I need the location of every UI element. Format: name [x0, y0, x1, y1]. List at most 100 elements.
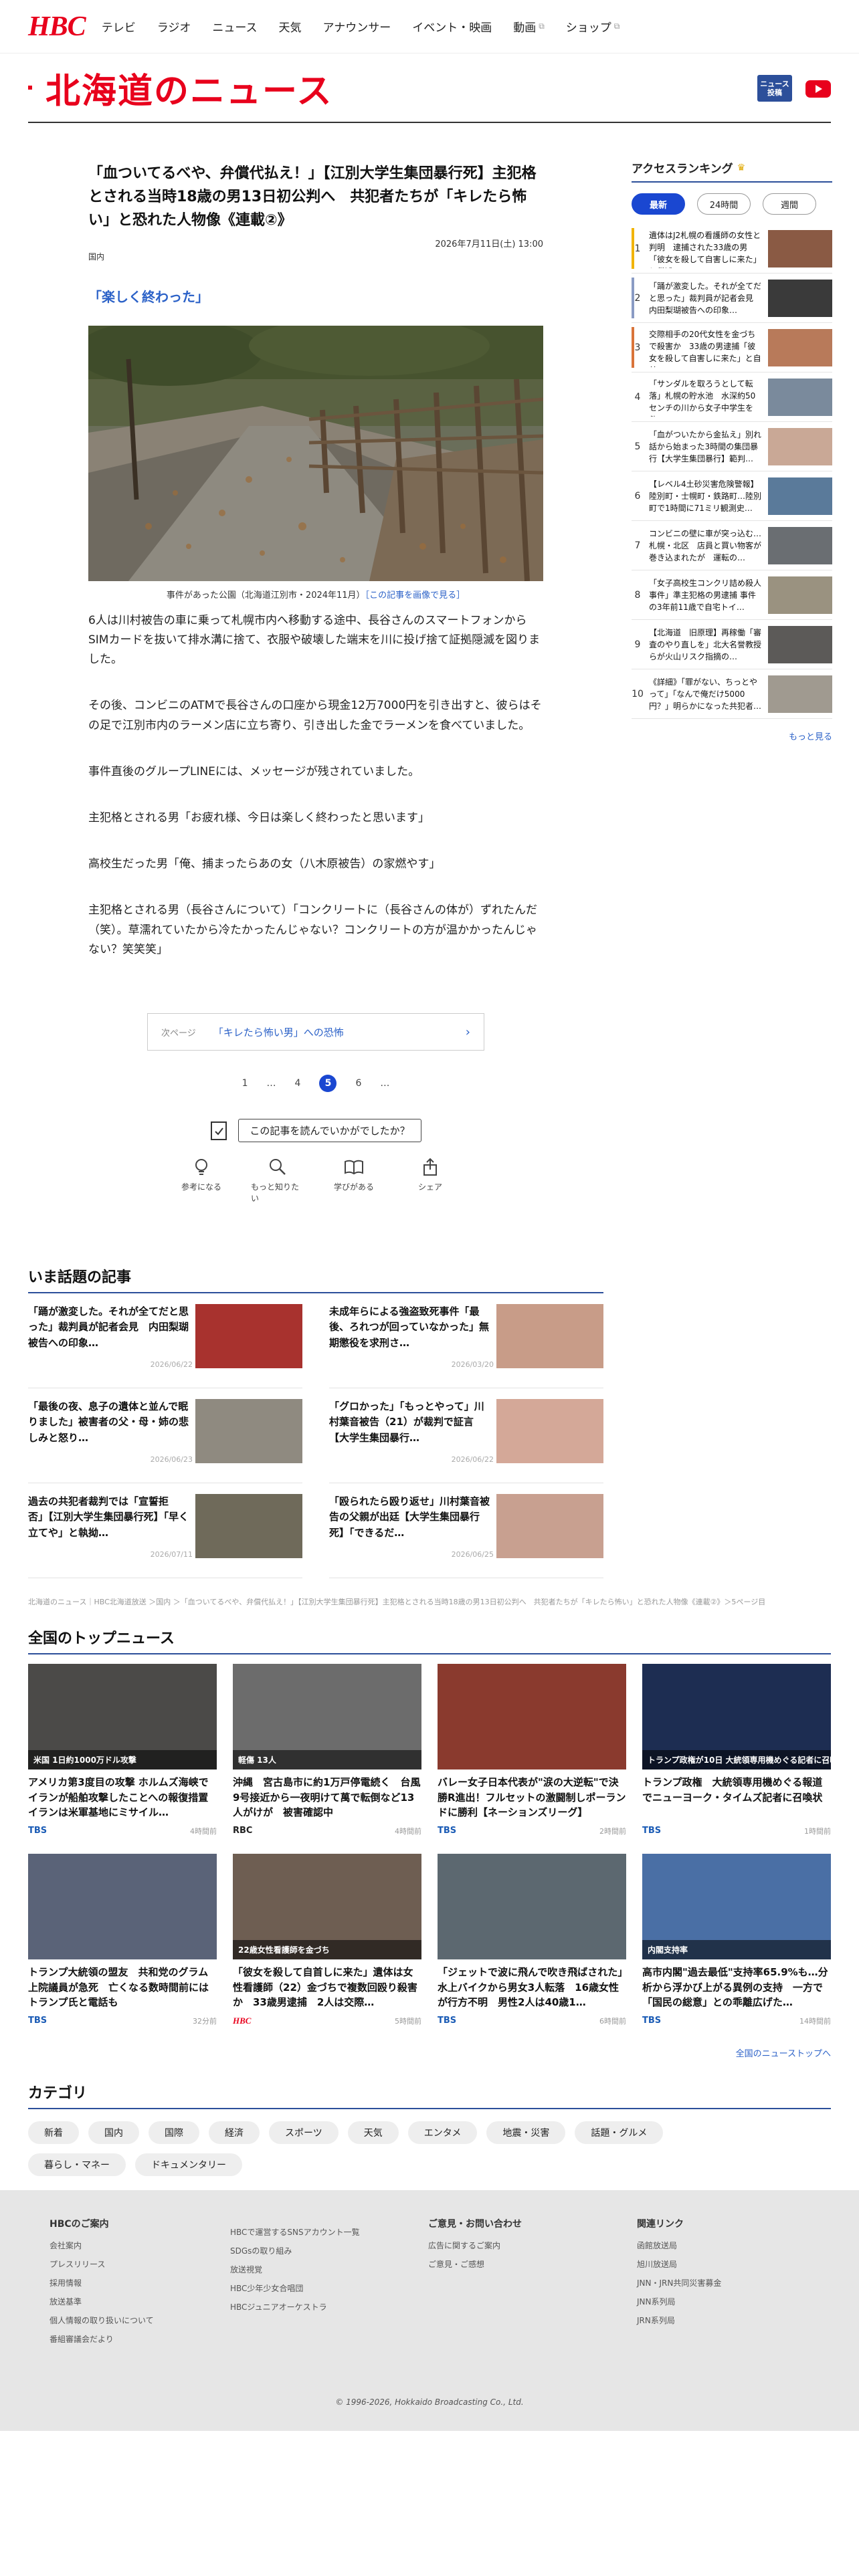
reaction-know-more-button[interactable]: もっと知りたい: [251, 1157, 304, 1204]
nav-item-news[interactable]: ニュース: [212, 18, 257, 35]
top-news-card[interactable]: 軽傷 13人 沖縄 宮古島市に約1万戸停電続く 台風9号接近から一夜明けて萬で転倒…: [233, 1664, 421, 1836]
footer-link[interactable]: 放送基準: [50, 2296, 154, 2307]
category-chip[interactable]: 新着: [28, 2121, 79, 2144]
tab-latest[interactable]: 最新: [632, 193, 685, 215]
ranking-item[interactable]: 10 《詳細》「罪がない、ちっとやって」「なんで俺だけ5000円？」明らかになった…: [632, 669, 832, 719]
nav-item-weather[interactable]: 天気: [279, 18, 302, 35]
category-chip[interactable]: ドキュメンタリー: [135, 2153, 242, 2176]
article-category[interactable]: 国内: [88, 252, 104, 261]
tab-weekly[interactable]: 週間: [763, 193, 816, 215]
ranking-item[interactable]: 5 「血がついたから金払え」別れ話から始まった3時間の集団暴行【大学生集団暴行】範…: [632, 422, 832, 471]
category-chip[interactable]: エンタメ: [407, 2121, 478, 2144]
page-ellipsis: …: [380, 1078, 390, 1089]
trending-article[interactable]: 「殴られたら殴り返せ」川村葉音被告の父親が出廷【大学生集団暴行死】「できるだ… 2…: [329, 1483, 603, 1578]
feedback-prompt: この記事を読んでいかがでしたか？: [88, 1119, 543, 1143]
breadcrumb[interactable]: 北海道のニュース｜HBC北海道放送 ＞国内 ＞「血ついてるべや、弁償代払え！」【…: [28, 1596, 831, 1607]
trending-article[interactable]: 未成年らによる強盗致死事件「最後、ろれつが回っていなかった」無期懲役を求刑さ… 2…: [329, 1293, 603, 1388]
top-news-card[interactable]: バレー女子日本代表が"涙の大逆転"で決勝R進出！フルセットの激闘制しポーランドに…: [438, 1664, 626, 1836]
footer-link[interactable]: JNN系列局: [637, 2296, 721, 2307]
category-chip[interactable]: 天気: [347, 2121, 399, 2144]
footer-link[interactable]: 会社案内: [50, 2240, 154, 2251]
footer-link[interactable]: SDGsの取り組み: [230, 2245, 360, 2256]
footer-link[interactable]: HBC少年少女合唱団: [230, 2282, 360, 2294]
footer-link[interactable]: プレスリリース: [50, 2258, 154, 2270]
category-chips: 新着 国内 国際 経済 スポーツ 天気 エンタメ 地震・災害 話題・グルメ暮らし・マネー ドキュメ…: [28, 2121, 764, 2176]
page-link-6[interactable]: 6: [355, 1078, 361, 1089]
next-page-button[interactable]: 次ページ 「キレたら怖い男」への恐怖 ›: [147, 1013, 484, 1051]
ranking-item[interactable]: 6 【レベル4土砂災害危険警報】陸別町・士幌町・鉄路町…陸別町で1時間に71ミリ観…: [632, 471, 832, 521]
search-icon: [270, 1159, 286, 1176]
top-news-card[interactable]: トランプ政権が10日 大統領専用機めぐる記者に召喚状 トランプ政権 大統領専用機め…: [642, 1664, 831, 1836]
page-link-1[interactable]: 1: [242, 1078, 248, 1089]
nav-item-radio[interactable]: ラジオ: [157, 18, 191, 35]
ranking-item[interactable]: 2 「踊が激変した。それが全てだと思った」裁判員が記者会見 内田梨瑚被告への印象…: [632, 274, 832, 323]
top-news-card[interactable]: 米国 1日約1000万ドル攻撃 アメリカ第3度目の攻撃 ホルムズ海峡でイランが船舶…: [28, 1664, 217, 1836]
footer-link[interactable]: JRN系列局: [637, 2315, 721, 2326]
ranking-item[interactable]: 8 「女子高校生コンクリ詰め殺人事件」準主犯格の男逮捕 事件の3年前11歳で自宅ト…: [632, 570, 832, 620]
footer-link[interactable]: 放送視覚: [230, 2264, 360, 2275]
ranking-item[interactable]: 9 【北海道 旧原理】再稼働「審査のやり直しを」北大名誉教授らが火山リスク指摘の…: [632, 620, 832, 669]
footer-column: HBCのご案内 会社案内 プレスリリース 採用情報 放送基準 個人情報の取り扱いについて番…: [50, 2217, 154, 2352]
top-news-meta: TBS 6時間前: [438, 2016, 626, 2026]
view-as-image-link[interactable]: ［この記事を画像で見る］: [365, 591, 466, 601]
nav-item-video[interactable]: 動画 ⧉: [513, 18, 545, 35]
trending-thumbnail: [195, 1399, 302, 1463]
page-link-4[interactable]: 4: [295, 1078, 301, 1089]
footer-link[interactable]: 広告に関するご案内: [428, 2240, 522, 2251]
category-chip[interactable]: 話題・グルメ: [575, 2121, 664, 2144]
article-subheading: 「楽しく終わった」: [88, 288, 209, 305]
rank-highlight-bar: [632, 327, 634, 368]
trending-article[interactable]: 「最後の夜、息子の遺体と並んで眠りました」被害者の父・母・姉の悲しみと怒り… 20…: [28, 1388, 302, 1483]
footer-link[interactable]: 番組審議会だより: [50, 2333, 154, 2345]
share-button[interactable]: シェア: [403, 1157, 457, 1204]
footer-link[interactable]: ご意見・ご感想: [428, 2258, 522, 2270]
top-news-card[interactable]: トランプ大統領の盟友 共和党のグラム上院議員が急死 亡くなる数時間前にはトランプ…: [28, 1854, 217, 2026]
rank-number: 7: [634, 540, 641, 551]
nav-item-announcer[interactable]: アナウンサー: [323, 18, 391, 35]
category-chip[interactable]: スポーツ: [269, 2121, 339, 2144]
footer-link[interactable]: 採用情報: [50, 2277, 154, 2288]
top-news-title: 沖縄 宮古島市に約1万戸停電続く 台風9号接近から一夜明けて萬で転倒など13人が…: [233, 1776, 421, 1818]
nav-item-tv[interactable]: テレビ: [102, 18, 136, 35]
reaction-label: 学びがある: [333, 1182, 374, 1192]
ranking-item[interactable]: 7 コンビニの壁に車が突っ込む…札幌・北区 店員と買い物客が巻き込まれたが 運転の…: [632, 521, 832, 570]
category-heading-rule: カテゴリ: [28, 2081, 831, 2109]
reaction-learning-button[interactable]: 学びがある: [327, 1157, 381, 1204]
top-news-card[interactable]: 22歳女性看護師を金づち 「彼女を殺して自首しに来た」遺体は女性看護師（22）金づ…: [233, 1854, 421, 2026]
nav-item-events[interactable]: イベント・映画: [412, 18, 492, 35]
footer-link[interactable]: 函館放送局: [637, 2240, 721, 2251]
reaction-useful-button[interactable]: 参考になる: [175, 1157, 228, 1204]
category-chip[interactable]: 暮らし・マネー: [28, 2153, 126, 2176]
top-news-card[interactable]: 「ジェットで波に飛んで吹き飛ばされた」水上バイクから男女3人転落 16歳女性が行…: [438, 1854, 626, 2026]
news-post-button[interactable]: ニュース投稿: [757, 75, 792, 102]
category-chip[interactable]: 地震・災害: [486, 2121, 566, 2144]
article-photo-park-path[interactable]: [88, 325, 543, 581]
footer-link[interactable]: 個人情報の取り扱いについて: [50, 2315, 154, 2326]
ranking-item[interactable]: 4 「サンダルを取ろうとして転落」札幌の貯水池 水深約50センチの川から女子中学生…: [632, 372, 832, 422]
category-chip[interactable]: 国内: [88, 2121, 139, 2144]
footer-link[interactable]: HBCジュニアオーケストラ: [230, 2301, 360, 2313]
footer-link[interactable]: JNN・JRN共同災害募金: [637, 2277, 721, 2288]
ranking-item[interactable]: 1 遺体はJ2札幌の看護師の女性と判明 逮捕された33歳の男「彼女を殺して自害しに…: [632, 224, 832, 274]
youtube-icon[interactable]: [805, 80, 831, 98]
ranking-more-link[interactable]: もっと見る: [632, 730, 832, 742]
rank-highlight-bar: [632, 228, 634, 269]
pagination: 1 … 4 5 6 …: [88, 1075, 543, 1093]
nav-item-shop[interactable]: ショップ ⧉: [566, 18, 620, 35]
ranking-item[interactable]: 3 交際相手の20代女性を金づちで殺害か 33歳の男逮捕「彼女を殺して自害しに来た…: [632, 323, 832, 372]
top-news-more-link[interactable]: 全国のニューストップへ: [28, 2046, 831, 2059]
top-news-time: 6時間前: [599, 2017, 626, 2026]
reaction-buttons: 参考になる もっと知りたい 学びがある シェア: [88, 1157, 543, 1204]
category-chip[interactable]: 経済: [209, 2121, 260, 2144]
tab-24h[interactable]: 24時間: [697, 193, 751, 215]
top-news-card[interactable]: 内閣支持率 高市内閣"過去最低"支持率65.9%も…分析から浮かび上がる異例の支持…: [642, 1854, 831, 2026]
crown-icon: ♛: [737, 162, 746, 173]
category-chip[interactable]: 国際: [149, 2121, 199, 2144]
hbc-logo[interactable]: HBC: [28, 11, 86, 43]
footer-link[interactable]: HBCで運営するSNSアカウント一覧: [230, 2226, 360, 2238]
trending-article[interactable]: 「グロかった」「もっとやって」川村葉音被告（21）が裁判で証言【大学生集団暴行……: [329, 1388, 603, 1483]
trending-article[interactable]: 「踊が激変した。それが全てだと思った」裁判員が記者会見 内田梨瑚被告への印象… 2…: [28, 1293, 302, 1388]
footer-link[interactable]: 旭川放送局: [637, 2258, 721, 2270]
top-news-title: アメリカ第3度目の攻撃 ホルムズ海峡でイランが船舶攻撃したことへの報復措置 イラ…: [28, 1776, 217, 1818]
trending-article[interactable]: 過去の共犯者裁判では「宣誓拒否」【江別大学生集団暴行死】「早く立てや」と執拗… 2…: [28, 1483, 302, 1578]
